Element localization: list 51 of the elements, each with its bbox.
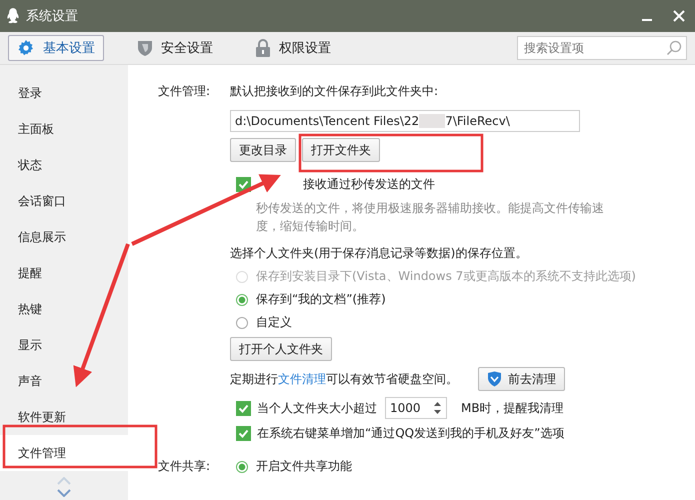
radio-label: 开启文件共享功能 (256, 458, 352, 475)
sidebar-item[interactable]: 软件更新 (0, 399, 128, 435)
cleanup-button[interactable]: 前去清理 (478, 367, 565, 391)
radio-label: 保存到“我的文档”(推荐) (256, 291, 386, 308)
section-label: 文件管理: (158, 83, 212, 100)
checkbox-label: 在系统右键菜单增加“通过QQ发送到我的手机及好友”选项 (257, 425, 564, 442)
open-personal-folder-button[interactable]: 打开个人文件夹 (230, 337, 332, 361)
radio-label: 保存到安装目录下(Vista、Windows 7或更高版本的系统不支持此选项) (256, 268, 636, 285)
close-icon[interactable] (673, 10, 685, 22)
window-title: 系统设置 (26, 8, 78, 25)
spinner-arrows-icon[interactable] (433, 400, 442, 416)
cleanup-sentence: 定期进行文件清理可以有效节省硬盘空间。 (230, 370, 458, 388)
section-label: 文件共享: (158, 458, 212, 475)
sidebar-item[interactable]: 热键 (0, 291, 128, 327)
radio-button[interactable] (236, 294, 248, 306)
checkbox-label: MB时，提醒我清理 (461, 400, 564, 416)
scroll-down-icon[interactable] (57, 489, 71, 497)
sidebar-item[interactable]: 声音 (0, 363, 128, 399)
settings-tab[interactable]: 权限设置 (246, 35, 340, 61)
checkbox-label: 接收通过秒传发送的文件 (303, 176, 435, 193)
sidebar-item[interactable]: 登录 (0, 75, 128, 111)
radio-button[interactable] (236, 316, 248, 328)
sidebar-item[interactable]: 状态 (0, 147, 128, 183)
search-field[interactable]: 搜索设置项 (517, 36, 687, 60)
settings-tab[interactable]: 基本设置 (8, 35, 104, 61)
cleanup-link[interactable]: 文件清理 (278, 372, 326, 386)
sidebar-item[interactable]: 主面板 (0, 111, 128, 147)
radio-button[interactable] (236, 460, 248, 472)
sidebar-item[interactable]: 会话窗口 (0, 183, 128, 219)
folder-description: 默认把接收到的文件保存到此文件夹中: (230, 83, 438, 100)
settings-tab[interactable]: 安全设置 (128, 35, 222, 61)
checkbox[interactable] (236, 400, 251, 416)
hint-text: 秒传发送的文件，将使用极速服务器辅助接收。能提高文件传输速度，缩短传输时间。 (255, 200, 605, 235)
checkbox[interactable] (236, 426, 251, 441)
gear-icon (17, 39, 35, 57)
folder-button[interactable]: 打开文件夹 (302, 138, 380, 162)
size-spinner[interactable]: 1000 (385, 397, 447, 419)
penguin-icon (6, 8, 20, 24)
folder-button[interactable]: 更改目录 (230, 138, 296, 162)
folder-path-field[interactable]: d:\Documents\Tencent Files\22 7\FileRecv\ (230, 110, 580, 132)
shield-icon (137, 39, 153, 57)
sidebar-item[interactable]: 文件管理 (0, 435, 128, 471)
location-prompt: 选择个人文件夹(用于保存消息记录等数据)的保存位置。 (230, 245, 528, 262)
lock-icon (255, 39, 271, 57)
radio-label: 自定义 (256, 314, 292, 331)
sidebar-item[interactable]: 提醒 (0, 255, 128, 291)
sidebar-item[interactable]: 信息展示 (0, 219, 128, 255)
search-icon (666, 40, 682, 56)
checkbox-label: 当个人文件夹大小超过 (257, 400, 377, 416)
sidebar-item[interactable]: 显示 (0, 327, 128, 363)
shield-icon (487, 371, 502, 387)
